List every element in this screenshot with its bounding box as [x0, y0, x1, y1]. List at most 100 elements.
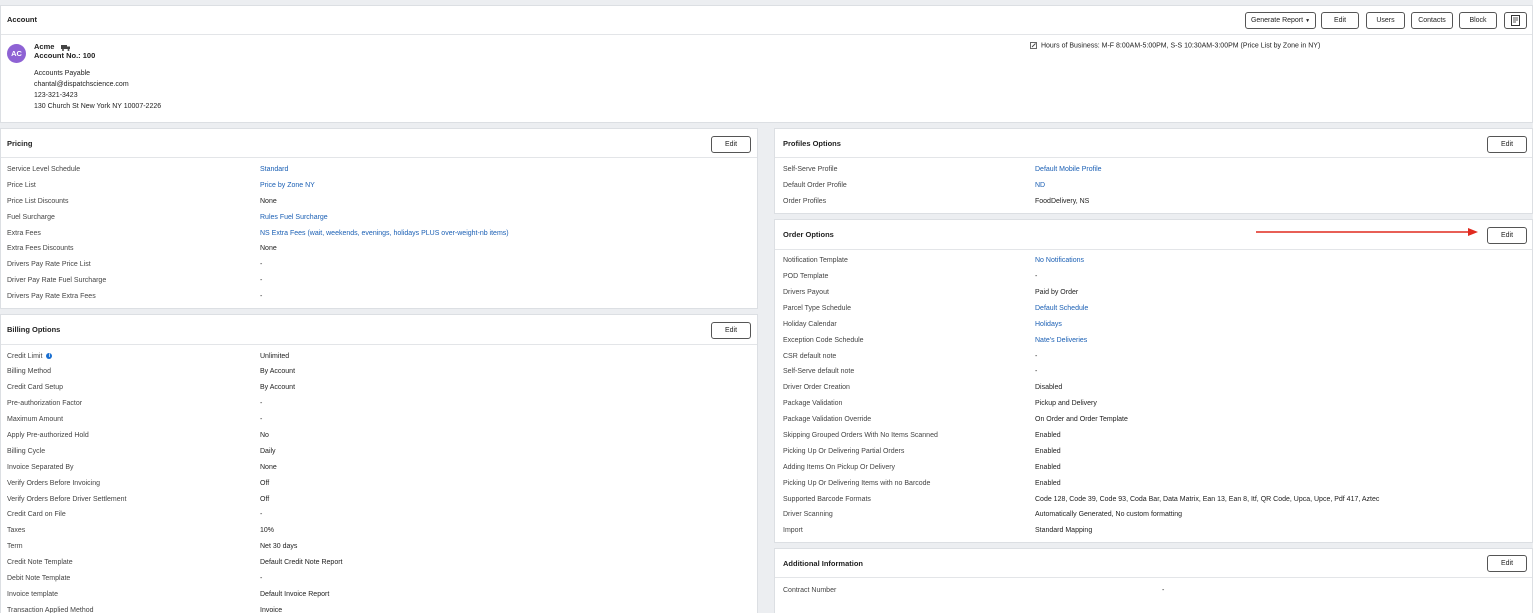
- billing-row: Term Net 30 days: [7, 543, 298, 550]
- billing-row: Transaction Applied Method Invoice: [7, 607, 283, 613]
- info-icon[interactable]: i: [46, 353, 53, 360]
- billing-row: Billing Cycle Daily: [7, 448, 276, 455]
- block-button[interactable]: Block: [1459, 12, 1497, 29]
- pricing-row: Driver Pay Rate Fuel Surcharge -: [7, 277, 263, 284]
- profiles-row: Order Profiles FoodDelivery, NS: [783, 198, 1090, 205]
- additional-info-title: Additional Information: [783, 559, 863, 568]
- notification-template-link[interactable]: No Notifications: [1035, 253, 1084, 269]
- profiles-row: Self-Serve Profile Default Mobile Profile: [775, 162, 1532, 178]
- contact-email: chantal@dispatchscience.com: [34, 81, 129, 88]
- account-title: Account: [7, 15, 37, 24]
- account-name-line: Acme: [34, 42, 71, 51]
- pricing-edit-button[interactable]: Edit: [711, 136, 751, 153]
- order-options-row: Import Standard Mapping: [783, 527, 1093, 534]
- order-options-row: Holiday Calendar Holidays: [775, 317, 1532, 333]
- price-list-link[interactable]: Price by Zone NY: [260, 178, 315, 194]
- order-options-header: Order Options Edit: [775, 220, 1532, 250]
- order-options-row: Supported Barcode Formats Code 128, Code …: [783, 496, 1380, 503]
- contact-address: 130 Church St New York NY 10007-2226: [34, 103, 162, 110]
- contact-title: Accounts Payable: [34, 70, 91, 77]
- profiles-header: Profiles Options Edit: [775, 129, 1532, 158]
- order-options-row: Parcel Type Schedule Default Schedule: [775, 301, 1532, 317]
- billing-row: Credit Note Template Default Credit Note …: [7, 559, 343, 566]
- order-options-row: CSR default note -: [783, 353, 1038, 360]
- additional-info-panel: Additional Information Edit Contract Num…: [774, 548, 1533, 613]
- account-header: Account Generate Report ▼ Edit Users Con…: [1, 6, 1532, 35]
- fuel-surcharge-link[interactable]: Rules Fuel Surcharge: [260, 210, 328, 226]
- exception-code-schedule-link[interactable]: Nate's Deliveries: [1035, 333, 1087, 349]
- billing-row: Invoice template Default Invoice Report: [7, 591, 330, 598]
- billing-row: Credit Card on File -: [7, 511, 263, 518]
- self-serve-profile-link[interactable]: Default Mobile Profile: [1035, 162, 1102, 178]
- profiles-edit-button[interactable]: Edit: [1487, 136, 1527, 153]
- order-options-edit-button[interactable]: Edit: [1487, 227, 1527, 244]
- order-options-title: Order Options: [783, 230, 834, 239]
- red-arrow-annotation: [1256, 228, 1478, 236]
- account-edit-button[interactable]: Edit: [1321, 12, 1359, 29]
- pricing-row: Service Level Schedule Standard: [1, 162, 757, 178]
- profiles-panel: Profiles Options Edit Self-Serve Profile…: [774, 128, 1533, 214]
- service-level-link[interactable]: Standard: [260, 162, 288, 178]
- billing-row: Pre-authorization Factor -: [7, 400, 263, 407]
- extra-fees-link[interactable]: NS Extra Fees (wait, weekends, evenings,…: [260, 226, 509, 242]
- additional-info-header: Additional Information Edit: [775, 549, 1532, 578]
- pricing-header: Pricing Edit: [1, 129, 757, 158]
- billing-edit-button[interactable]: Edit: [711, 322, 751, 339]
- order-options-row: Exception Code Schedule Nate's Deliveries: [775, 333, 1532, 349]
- billing-row: Debit Note Template -: [7, 575, 263, 582]
- profiles-title: Profiles Options: [783, 139, 841, 148]
- order-options-row: Drivers Payout Paid by Order: [783, 289, 1079, 296]
- order-options-row: Skipping Grouped Orders With No Items Sc…: [783, 432, 1061, 439]
- billing-row: Billing Method By Account: [7, 368, 296, 375]
- edit-note-icon[interactable]: [1030, 42, 1037, 49]
- order-options-row: Driver Scanning Automatically Generated, …: [783, 511, 1183, 518]
- generate-report-button[interactable]: Generate Report ▼: [1245, 12, 1316, 29]
- order-options-row: Driver Order Creation Disabled: [783, 384, 1063, 391]
- order-options-row: Package Validation Pickup and Delivery: [783, 400, 1097, 407]
- additional-info-edit-button[interactable]: Edit: [1487, 555, 1527, 572]
- additional-info-row: Contract Number -: [783, 587, 1165, 594]
- pricing-row: Price List Discounts None: [7, 198, 277, 205]
- pricing-row: Price List Price by Zone NY: [1, 178, 757, 194]
- contact-phone: 123-321-3423: [34, 92, 78, 99]
- pricing-row: Extra Fees Discounts None: [7, 245, 277, 252]
- order-options-row: Picking Up Or Delivering Items with no B…: [783, 480, 1061, 487]
- pricing-row: Drivers Pay Rate Price List -: [7, 261, 263, 268]
- parcel-type-schedule-link[interactable]: Default Schedule: [1035, 301, 1088, 317]
- truck-icon: [60, 44, 70, 51]
- profiles-row: Default Order Profile ND: [775, 178, 1532, 194]
- default-order-profile-link[interactable]: ND: [1035, 178, 1045, 194]
- order-options-row: Notification Template No Notifications: [775, 253, 1532, 269]
- billing-row: Verify Orders Before Driver Settlement Of…: [7, 496, 270, 503]
- account-number: Account No.: 100: [34, 51, 96, 60]
- billing-row: Verify Orders Before Invoicing Off: [7, 480, 270, 487]
- order-options-row: POD Template -: [783, 273, 1038, 280]
- billing-row: Invoice Separated By None: [7, 464, 277, 471]
- order-options-row: Adding Items On Pickup Or Delivery Enable…: [783, 464, 1061, 471]
- billing-panel: Billing Options Edit Credit Limit i Unlimi…: [0, 314, 758, 613]
- billing-header: Billing Options Edit: [1, 315, 757, 345]
- pricing-panel: Pricing Edit Service Level Schedule Stand…: [0, 128, 758, 309]
- hours-text: Hours of Business: M-F 8:00AM-5:00PM, S-…: [1040, 42, 1321, 50]
- contacts-button[interactable]: Contacts: [1411, 12, 1453, 29]
- billing-row: Maximum Amount -: [7, 416, 263, 423]
- document-icon: [1511, 15, 1520, 26]
- order-options-panel: Order Options Edit Notification Template…: [774, 219, 1533, 543]
- account-name: Acme: [34, 42, 55, 51]
- users-button[interactable]: Users: [1366, 12, 1405, 29]
- order-options-row: Picking Up Or Delivering Partial Orders E…: [783, 448, 1061, 455]
- billing-row: Apply Pre-authorized Hold No: [7, 432, 269, 439]
- report-icon-button[interactable]: [1504, 12, 1527, 29]
- caret-down-icon: ▼: [1305, 17, 1311, 24]
- billing-title: Billing Options: [7, 325, 61, 334]
- billing-row: Credit Card Setup By Account: [7, 384, 296, 391]
- holiday-calendar-link[interactable]: Holidays: [1035, 317, 1062, 333]
- avatar: AC: [7, 44, 26, 63]
- order-options-row: Self-Serve default note -: [783, 368, 1038, 375]
- account-panel: Account Generate Report ▼ Edit Users Con…: [0, 5, 1533, 123]
- hours-of-business: Hours of Business: M-F 8:00AM-5:00PM, S-…: [1030, 42, 1320, 49]
- pricing-row: Fuel Surcharge Rules Fuel Surcharge: [1, 210, 757, 226]
- pricing-title: Pricing: [7, 139, 33, 148]
- pricing-row: Drivers Pay Rate Extra Fees -: [7, 293, 263, 300]
- order-options-row: Package Validation Override On Order and …: [783, 416, 1128, 423]
